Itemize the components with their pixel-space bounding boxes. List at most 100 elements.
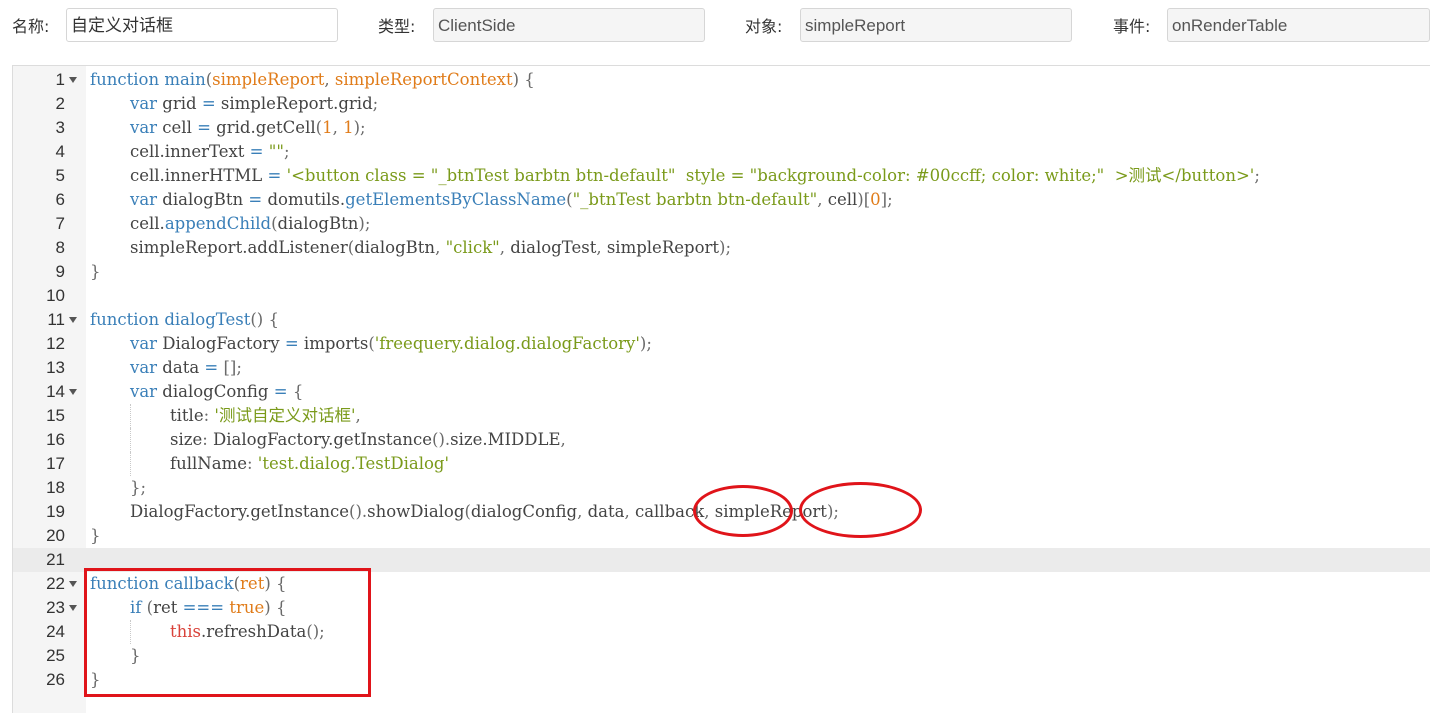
code-text: var cell = grid.getCell(1, 1); — [130, 116, 366, 140]
code-text: var dialogConfig = { — [130, 380, 303, 404]
code-token: , — [324, 70, 335, 89]
code-line[interactable]: 6 var dialogBtn = domutils.getElementsByC… — [13, 188, 1430, 212]
line-number: 7 — [55, 214, 65, 233]
type-field[interactable]: ClientSide — [433, 8, 705, 42]
simplereport-arg-circle — [799, 482, 922, 538]
line-number: 12 — [46, 334, 65, 353]
code-token: ); — [353, 118, 366, 137]
code-line[interactable]: 11 function dialogTest() { — [13, 308, 1430, 332]
code-token: { — [292, 382, 304, 401]
name-field[interactable]: 自定义对话框 — [66, 8, 338, 42]
code-token: ); — [358, 214, 371, 233]
code-token: ; — [283, 142, 290, 161]
code-token: fullName — [170, 454, 247, 473]
code-token: cell.innerHTML — [130, 166, 268, 185]
code-token: 1 — [343, 118, 354, 137]
code-line[interactable]: 4 cell.innerText = ""; — [13, 140, 1430, 164]
code-token: simpleReportContext — [334, 70, 513, 89]
code-line[interactable]: 14 var dialogConfig = { — [13, 380, 1430, 404]
code-token: , — [577, 502, 588, 521]
code-token: , — [435, 238, 446, 257]
code-line[interactable]: 13 var data = []; — [13, 356, 1430, 380]
code-token: , — [332, 118, 344, 137]
fold-arrow-icon[interactable] — [69, 317, 77, 323]
code-token: , — [624, 502, 635, 521]
code-token: var — [130, 382, 158, 401]
code-token: '测试自定义对话框' — [214, 406, 356, 425]
code-token: ; — [1254, 166, 1260, 185]
code-token: } — [90, 526, 101, 545]
code-line[interactable]: 16 size: DialogFactory.getInstance().size… — [13, 428, 1430, 452]
code-token: = — [267, 166, 282, 185]
code-token: = — [201, 94, 216, 113]
line-number: 16 — [46, 430, 65, 449]
code-text: var data = []; — [130, 356, 242, 380]
code-line[interactable]: 8 simpleReport.addListener(dialogBtn, "cl… — [13, 236, 1430, 260]
code-text: cell.innerHTML = '<button class = "_btnT… — [130, 164, 1260, 188]
code-line[interactable]: 15 title: '测试自定义对话框', — [13, 404, 1430, 428]
callback-function-box — [84, 568, 371, 697]
code-token: var — [130, 334, 158, 353]
code-token: dialogBtn — [277, 214, 359, 233]
line-number: 26 — [46, 670, 65, 689]
code-token: = — [248, 190, 263, 209]
object-field[interactable]: simpleReport — [800, 8, 1072, 42]
code-line[interactable]: 2 var grid = simpleReport.grid; — [13, 92, 1430, 116]
code-token: : — [246, 454, 258, 473]
code-token: 'freequery.dialog.dialogFactory' — [374, 334, 640, 353]
code-token: = — [197, 118, 211, 137]
code-token: = — [284, 334, 299, 353]
code-text: size: DialogFactory.getInstance().size.M… — [170, 428, 566, 452]
line-number: 25 — [46, 646, 65, 665]
code-token: []; — [223, 358, 242, 377]
fold-arrow-icon[interactable] — [69, 77, 77, 83]
code-token: }; — [130, 478, 147, 497]
code-text: cell.appendChild(dialogBtn); — [130, 212, 370, 236]
fold-arrow-icon[interactable] — [69, 389, 77, 395]
code-token: ); — [639, 334, 652, 353]
line-number: 1 — [55, 70, 65, 89]
code-text: var dialogBtn = domutils.getElementsByCl… — [130, 188, 893, 212]
code-line[interactable]: 1 function main(simpleReport, simpleRepor… — [13, 68, 1430, 92]
line-number: 18 — [46, 478, 65, 497]
code-token: DialogFactory — [157, 334, 285, 353]
event-field[interactable]: onRenderTable — [1167, 8, 1430, 42]
line-number: 24 — [46, 622, 65, 641]
code-token: simpleReport.grid — [215, 94, 373, 113]
code-token: (). — [432, 430, 451, 449]
line-number: 8 — [55, 238, 65, 257]
code-token: cell — [827, 190, 858, 209]
code-token: grid.getCell — [210, 118, 316, 137]
line-number: 13 — [46, 358, 65, 377]
code-token: domutils. — [262, 190, 346, 209]
code-token: var — [130, 190, 158, 209]
code-token: ); — [719, 238, 732, 257]
line-number: 19 — [46, 502, 65, 521]
code-line[interactable]: 10 — [13, 284, 1430, 308]
code-token: cell.innerText — [130, 142, 250, 161]
code-token: function — [90, 70, 160, 89]
fold-arrow-icon[interactable] — [69, 605, 77, 611]
code-token: dialogBtn — [354, 238, 436, 257]
code-token: dialogTest — [510, 238, 597, 257]
code-token: dialogConfig — [470, 502, 578, 521]
fold-arrow-icon[interactable] — [69, 581, 77, 587]
code-line[interactable]: 17 fullName: 'test.dialog.TestDialog' — [13, 452, 1430, 476]
code-line[interactable]: 3 var cell = grid.getCell(1, 1); — [13, 116, 1430, 140]
line-number: 20 — [46, 526, 65, 545]
code-line[interactable]: 9} — [13, 260, 1430, 284]
code-line[interactable]: 5 cell.innerHTML = '<button class = "_btn… — [13, 164, 1430, 188]
code-token: data — [157, 358, 205, 377]
code-token: var — [130, 94, 158, 113]
code-token: imports — [298, 334, 369, 353]
code-line[interactable]: 7 cell.appendChild(dialogBtn); — [13, 212, 1430, 236]
code-token: appendChild — [164, 214, 272, 233]
code-token: , — [355, 406, 361, 425]
line-number: 14 — [46, 382, 65, 401]
code-token: DialogFactory.getInstance — [130, 502, 350, 521]
code-line[interactable]: 12 var DialogFactory = imports('freequery… — [13, 332, 1430, 356]
code-token: , — [596, 238, 607, 257]
line-number: 4 — [55, 142, 65, 161]
code-token: , — [560, 430, 566, 449]
code-token: : — [202, 430, 214, 449]
